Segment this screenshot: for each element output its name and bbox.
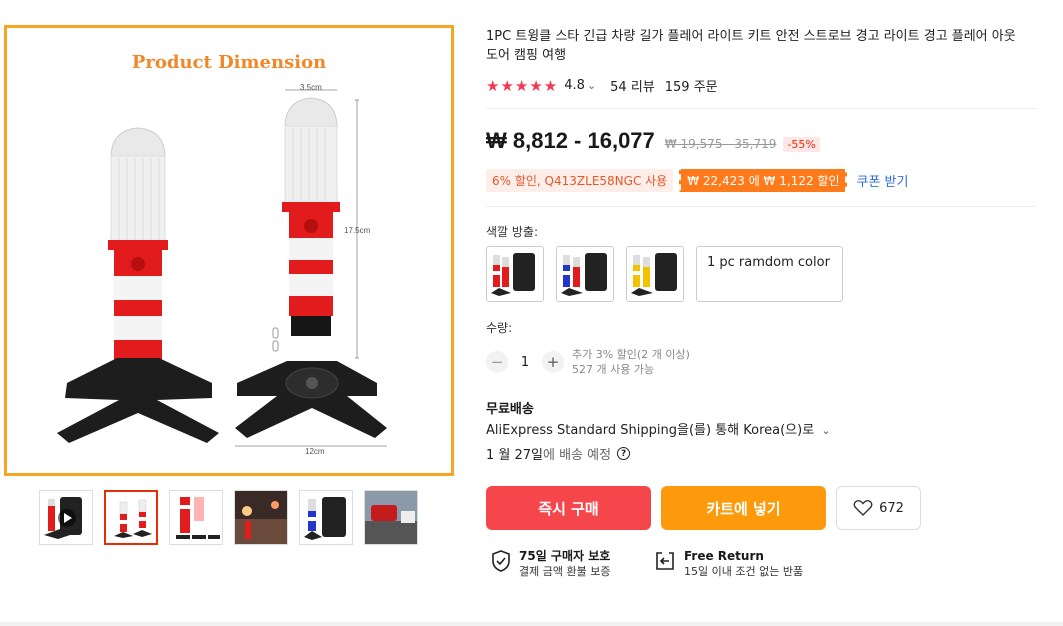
price-row: ₩ 8,812 - 16,077 ₩ 19,575 - 35,719 -55% — [486, 128, 820, 154]
coupon-deal-tag[interactable]: ₩ 22,423 에 ₩ 1,122 할인 — [679, 169, 848, 192]
variant-random-color[interactable]: 1 pc ramdom color — [696, 246, 843, 302]
thumbnail-kit[interactable] — [169, 490, 223, 545]
yellow-variant-image — [631, 253, 677, 296]
shipping-chevron-icon[interactable]: ⌄ — [821, 424, 830, 437]
rating-stars-icon: ★★★★★ — [486, 76, 559, 95]
free-return[interactable]: Free Return 15일 이내 조건 없는 반품 — [653, 549, 803, 579]
main-product-image[interactable]: Product Dimension 3.5cm 17.5cm 12cm — [4, 25, 454, 476]
dimension-thumbnail-image — [114, 499, 152, 538]
coupon-code-tag[interactable]: 6% 할인, Q413ZLE58NGC 사용 — [486, 169, 674, 192]
delivery-date: 1 월 27일 — [486, 448, 543, 463]
shipping-method[interactable]: AliExpress Standard Shipping을(를) 통해 Kore… — [486, 419, 831, 438]
free-return-sub: 15일 이내 조건 없는 반품 — [684, 565, 804, 578]
dimension-width-label: 3.5cm — [300, 83, 322, 92]
buyer-protection-title: 75일 구매자 보호 — [519, 549, 611, 563]
thumbnail-video[interactable] — [39, 490, 93, 545]
flare-light-illustration — [57, 89, 387, 447]
wishlist-count: 672 — [879, 500, 904, 516]
original-price: ₩ 19,575 - 35,719 — [664, 137, 777, 151]
night-scene-thumbnail-image — [235, 491, 287, 544]
order-count: 159 주문 — [664, 80, 718, 95]
buyer-protection-sub: 결제 금액 환불 보증 — [519, 565, 611, 578]
variant-yellow[interactable] — [626, 246, 684, 302]
blue-variant-thumbnail-image — [304, 497, 346, 540]
thumbnail-blue-variant[interactable] — [299, 490, 353, 545]
delivery-note: 에 배송 예정 — [543, 448, 612, 463]
coupon-row: 6% 할인, Q413ZLE58NGC 사용 ₩ 22,423 에 ₩ 1,12… — [486, 169, 908, 192]
thumbnail-dimension[interactable] — [104, 490, 158, 545]
variant-blue[interactable] — [556, 246, 614, 302]
red-variant-image — [491, 253, 535, 296]
help-icon[interactable]: ? — [617, 447, 631, 460]
quantity-stepper: − 1 + 추가 3% 할인(2 개 이상) 527 개 사용 가능 — [486, 347, 690, 377]
buyer-protection[interactable]: 75일 구매자 보호 결제 금액 환불 보증 — [490, 549, 610, 579]
heart-icon — [853, 500, 873, 516]
shield-check-icon — [492, 550, 510, 572]
get-coupon-link[interactable]: 쿠폰 받기 — [856, 171, 908, 190]
return-icon — [656, 552, 674, 570]
color-variants: 1 pc ramdom color — [486, 246, 843, 302]
variant-red[interactable] — [486, 246, 544, 302]
discount-badge: -55% — [783, 137, 820, 152]
quantity-notes: 추가 3% 할인(2 개 이상) 527 개 사용 가능 — [572, 347, 690, 377]
shipping-title: 무료배송 — [486, 402, 534, 417]
dimension-base-label: 12cm — [305, 447, 325, 456]
thumbnail-night-scene[interactable] — [234, 490, 288, 545]
quantity-value[interactable]: 1 — [508, 355, 542, 370]
product-title: 1PC 트윙클 스타 긴급 차량 길가 플레어 라이트 키트 안전 스트로브 경… — [486, 29, 1016, 63]
rating-score[interactable]: 4.8 — [564, 78, 585, 93]
bulk-discount-note: 추가 3% 할인(2 개 이상) — [572, 348, 690, 361]
color-label: 색깔 방출: — [486, 225, 539, 239]
buy-now-button[interactable]: 즉시 구매 — [486, 486, 651, 530]
product-page: Product Dimension 3.5cm 17.5cm 12cm 1PC … — [0, 0, 1063, 626]
divider — [486, 108, 1036, 109]
thumbnail-road-scene[interactable] — [364, 490, 418, 545]
quantity-label: 수량: — [486, 321, 513, 335]
delivery-estimate: 1 월 27일 에 배송 예정 ? — [486, 444, 631, 463]
blue-variant-image — [561, 253, 607, 296]
quantity-minus-button[interactable]: − — [486, 351, 508, 373]
quantity-plus-button[interactable]: + — [542, 351, 564, 373]
rating-chevron-icon[interactable]: ⌄ — [587, 79, 596, 92]
current-price: ₩ 8,812 - 16,077 — [486, 128, 655, 153]
wishlist-button[interactable]: 672 — [836, 486, 921, 530]
shipping-method-text: AliExpress Standard Shipping을(를) 통해 Kore… — [486, 423, 815, 438]
bottom-divider — [0, 622, 1063, 626]
free-return-title: Free Return — [684, 549, 764, 563]
thumbnail-strip — [39, 490, 418, 545]
rating-row: ★★★★★ 4.8 ⌄ 54 리뷰 159 주문 — [486, 76, 718, 96]
review-count[interactable]: 54 리뷰 — [610, 76, 655, 95]
dimension-height-label: 17.5cm — [344, 226, 371, 235]
kit-thumbnail-image — [176, 497, 220, 539]
stock-available-note: 527 개 사용 가능 — [572, 363, 655, 376]
road-scene-thumbnail-image — [365, 491, 417, 544]
add-to-cart-button[interactable]: 카트에 넣기 — [661, 486, 826, 530]
divider — [486, 206, 1036, 207]
video-thumbnail-image — [44, 497, 82, 539]
